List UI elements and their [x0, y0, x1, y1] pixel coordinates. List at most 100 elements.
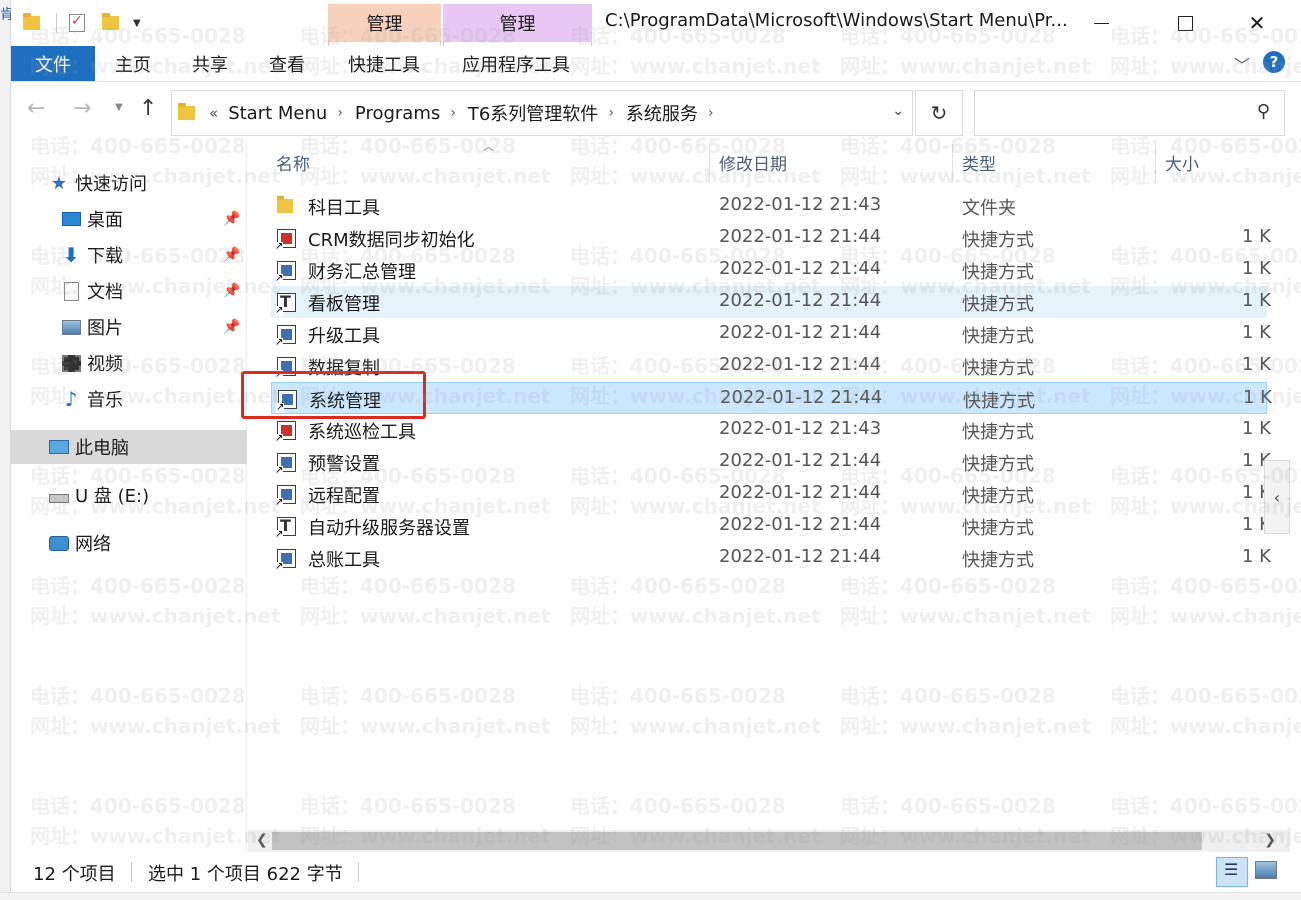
up-button[interactable]: ↑ [139, 96, 157, 121]
pin-icon: 📌 [223, 319, 241, 335]
scroll-thumb[interactable] [272, 832, 1202, 850]
details-view-button[interactable] [1216, 857, 1248, 887]
file-type: 快捷方式 [962, 422, 1034, 443]
navigation-pane: ★ 快速访问 桌面 📌 ⬇ 下载 📌 文档 📌 图片 📌 视频 ♪ 音乐 此电脑… [11, 140, 247, 852]
nav-pictures[interactable]: 图片 📌 [11, 310, 247, 344]
file-row[interactable]: 升级工具 2022-01-12 21:44 快捷方式 1 K [271, 318, 1271, 350]
new-folder-icon [102, 13, 119, 30]
column-header-size[interactable]: 大小 [1165, 140, 1199, 184]
file-row[interactable]: 远程配置2022-01-12 21:44快捷方式1 K [271, 478, 1271, 510]
file-type: 快捷方式 [963, 391, 1035, 412]
tab-share[interactable]: 共享 [192, 46, 228, 81]
column-header-type[interactable]: 类型 [962, 140, 996, 184]
file-size: 1 K [1242, 418, 1271, 439]
file-type: 快捷方式 [962, 326, 1034, 347]
nav-usb-drive[interactable]: U 盘 (E:) [11, 478, 247, 512]
file-name: 预警设置 [308, 454, 380, 475]
address-history-icon[interactable]: ⌄ [892, 103, 904, 119]
crumb-chevron-icon[interactable]: › [708, 105, 714, 121]
nav-desktop[interactable]: 桌面 📌 [11, 202, 247, 236]
crumb-t6-software[interactable]: T6系列管理软件 [468, 100, 598, 126]
refresh-button[interactable]: ↻ [915, 90, 963, 136]
item-count: 12 个项目 [33, 864, 116, 885]
maximize-icon [1177, 15, 1193, 31]
file-type: 快捷方式 [962, 550, 1034, 571]
nav-quick-access[interactable]: ★ 快速访问 [11, 166, 247, 200]
background-window-edge: 肯 [0, 0, 14, 900]
context-tab-label-1: 管理 [328, 4, 441, 42]
expand-ribbon-icon[interactable]: ﹀ [1234, 52, 1250, 76]
window-title: C:\ProgramData\Microsoft\Windows\Start M… [605, 10, 1068, 31]
file-explorer-window: 肯 ▼ 管理 管理 C:\ProgramData\Microsoft\Windo… [0, 0, 1301, 900]
file-row[interactable]: 预警设置2022-01-12 21:44快捷方式1 K [271, 446, 1271, 478]
address-bar[interactable]: « Start Menu › Programs › T6系列管理软件 › 系统服… [171, 90, 913, 136]
file-size: 1 K [1242, 322, 1271, 343]
nav-music[interactable]: ♪ 音乐 [11, 382, 247, 416]
large-icons-view-button[interactable] [1255, 861, 1277, 879]
properties-button[interactable] [69, 10, 85, 36]
customize-toolbar-button[interactable]: ▼ [133, 10, 141, 36]
column-header-name[interactable]: 名称 [276, 140, 310, 184]
file-name: 总账工具 [308, 550, 380, 571]
new-folder-button[interactable] [102, 10, 119, 36]
folder-icon [178, 103, 195, 120]
nav-this-pc[interactable]: 此电脑 [11, 430, 247, 464]
shortcut-icon [275, 549, 296, 572]
scroll-right-icon[interactable]: ❯ [1264, 832, 1276, 848]
nav-network[interactable]: 网络 [11, 526, 247, 560]
file-row[interactable]: 自动升级服务器设置2022-01-12 21:44快捷方式1 K [271, 510, 1271, 542]
file-row[interactable]: 总账工具 2022-01-12 21:44 快捷方式 1 K [271, 542, 1271, 574]
file-row[interactable]: 看板管理 2022-01-12 21:44 快捷方式 1 K [271, 286, 1271, 318]
file-row[interactable]: 财务汇总管理 2022-01-12 21:44 快捷方式 1 K [271, 254, 1271, 286]
context-tab-label-2: 管理 [443, 4, 592, 42]
horizontal-scrollbar[interactable]: ❮ ❯ [248, 830, 1290, 852]
nav-downloads[interactable]: ⬇ 下载 📌 [11, 238, 247, 272]
column-header-date[interactable]: 修改日期 [719, 140, 787, 184]
file-row[interactable]: 科目工具 2022-01-12 21:43 文件夹 [271, 190, 1267, 222]
close-button[interactable]: ✕ [1228, 0, 1286, 46]
file-size: 1 K [1242, 354, 1271, 375]
pin-icon: 📌 [223, 247, 241, 263]
search-icon: ⚲ [1256, 101, 1270, 122]
status-bar: 12 个项目 选中 1 个项目 622 字节 [11, 852, 1301, 892]
crumb-programs[interactable]: Programs [355, 103, 440, 124]
file-date: 2022-01-12 21:44 [719, 546, 882, 567]
crumb-chevron-icon[interactable]: › [337, 105, 343, 121]
minimize-button[interactable] [1072, 0, 1130, 46]
shortcut-icon [275, 325, 296, 348]
sort-ascending-icon: ︿ [483, 140, 494, 153]
breadcrumb: « Start Menu › Programs › T6系列管理软件 › 系统服… [209, 100, 726, 126]
tab-shortcut-tools[interactable]: 快捷工具 [348, 46, 420, 81]
file-date: 2022-01-12 21:44 [719, 514, 882, 535]
t6-shortcut-icon [275, 516, 296, 540]
details-pane-toggle[interactable]: ‹ [1264, 460, 1290, 534]
minimize-icon [1093, 22, 1109, 24]
recent-locations-button[interactable]: ▼ [115, 102, 123, 113]
maximize-button[interactable] [1156, 0, 1214, 46]
properties-icon [69, 13, 85, 32]
forward-button[interactable]: → [73, 96, 91, 121]
tab-application-tools[interactable]: 应用程序工具 [462, 46, 570, 81]
help-icon[interactable]: ? [1263, 51, 1285, 73]
crumb-chevron-icon[interactable]: › [608, 105, 614, 121]
nav-label: 音乐 [87, 390, 123, 411]
tab-file[interactable]: 文件 [11, 46, 95, 81]
network-icon [49, 535, 69, 551]
search-input[interactable]: ⚲ [974, 90, 1285, 136]
shortcut-icon [275, 261, 296, 284]
crumb-start-menu[interactable]: Start Menu [228, 103, 327, 124]
crumb-chevron-icon[interactable]: › [450, 105, 456, 121]
back-button[interactable]: ← [27, 96, 45, 121]
nav-documents[interactable]: 文档 📌 [11, 274, 247, 308]
overflow-crumbs-icon[interactable]: « [209, 104, 218, 122]
file-name: 看板管理 [308, 294, 380, 315]
tab-view[interactable]: 查看 [269, 46, 305, 81]
nav-videos[interactable]: 视频 [11, 346, 247, 380]
file-row[interactable]: CRM数据同步初始化 2022-01-12 21:44 快捷方式 1 K [271, 222, 1271, 254]
tab-home[interactable]: 主页 [115, 46, 151, 81]
nav-label: 文档 [87, 282, 123, 303]
scroll-left-icon[interactable]: ❮ [256, 832, 268, 848]
file-name: 升级工具 [308, 326, 380, 347]
ribbon-tabs: 文件 主页 共享 查看 快捷工具 应用程序工具 ﹀ ? [11, 46, 1301, 82]
crumb-system-services[interactable]: 系统服务 [626, 100, 698, 126]
